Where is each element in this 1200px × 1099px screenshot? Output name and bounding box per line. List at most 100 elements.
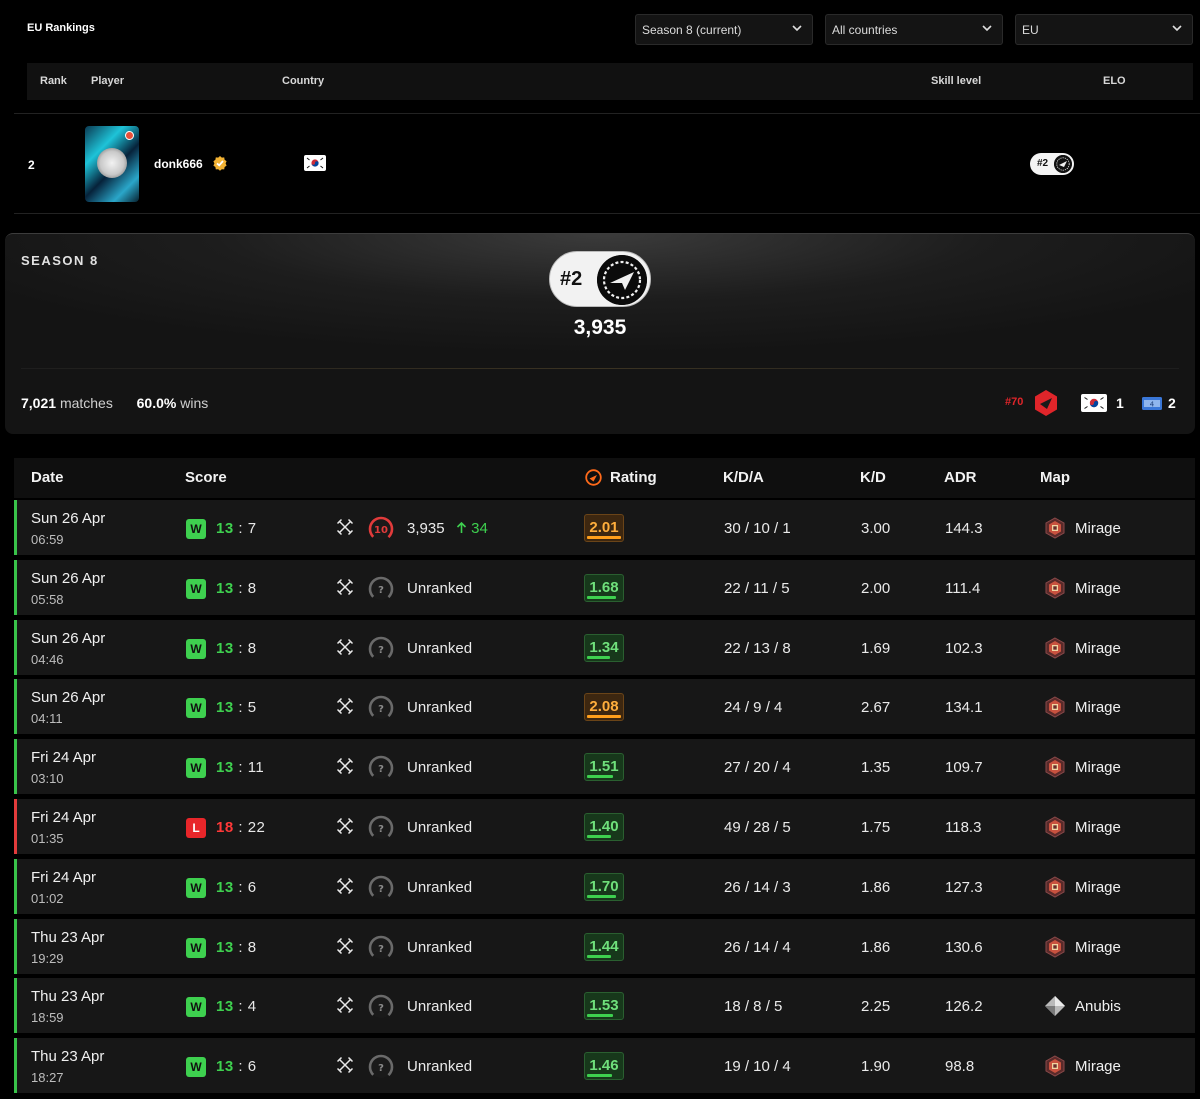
skill-level-icon: ? (368, 875, 394, 901)
match-result-badge: W (186, 638, 206, 659)
region-flag-icon: 4 (1142, 397, 1162, 410)
column-map: Map (1040, 469, 1070, 486)
anubis-map-icon (1045, 996, 1065, 1017)
mirage-map-icon (1045, 637, 1065, 659)
skill-level-label: ? (378, 1003, 384, 1014)
match-result-badge: W (186, 1057, 206, 1078)
match-elo: 3,935 (407, 520, 445, 537)
match-kd: 1.69 (861, 639, 891, 657)
match-rating: 2.01 (584, 514, 624, 542)
match-row[interactable]: Fri 24 Apr 01:02 W 13 : 6 ? Unranked 1.7… (14, 858, 1195, 914)
match-time: 18:59 (31, 1010, 64, 1026)
rating-value: 1.40 (589, 818, 619, 835)
match-time: 04:11 (31, 711, 63, 727)
elo-change: 34 (456, 520, 488, 537)
map-name: Mirage (1075, 520, 1121, 537)
skill-level-label: ? (378, 884, 384, 895)
matches-label: matches (59, 395, 113, 411)
mirage-map-icon (1045, 696, 1065, 718)
column-rank: Rank (40, 75, 67, 87)
mirage-map-icon (1045, 577, 1065, 599)
mirage-map-icon (1045, 936, 1065, 958)
match-date: Thu 23 Apr (31, 928, 105, 946)
match-row[interactable]: Fri 24 Apr 03:10 W 13 : 11 ? Unranked 1.… (14, 739, 1195, 795)
match-score: 13 : 11 (216, 759, 264, 776)
match-adr: 98.8 (945, 1058, 975, 1076)
match-kda: 24 / 9 / 4 (724, 699, 783, 717)
crossed-swords-icon (336, 758, 354, 775)
score-separator: : (233, 759, 248, 777)
match-result-badge: W (186, 937, 206, 958)
match-row[interactable]: Thu 23 Apr 18:27 W 13 : 6 ? Unranked 1.4… (14, 1038, 1195, 1094)
match-kda: 19 / 10 / 4 (724, 1058, 791, 1076)
match-score: 13 : 6 (216, 879, 257, 896)
match-kda: 26 / 14 / 4 (724, 938, 791, 956)
match-elo: Unranked (407, 699, 473, 717)
crossed-swords-icon (336, 937, 354, 954)
match-score: 13 : 4 (216, 998, 257, 1015)
match-score: 13 : 7 (216, 520, 257, 537)
match-time: 19:29 (31, 950, 64, 966)
season-title: SEASON 8 (21, 253, 99, 268)
chevron-down-icon (792, 25, 802, 32)
region-select[interactable]: EU (1015, 14, 1193, 45)
elo-rank-badge-label: #2 (1037, 158, 1049, 169)
score-separator: : (233, 938, 248, 956)
skill-level-icon: ? (368, 755, 394, 781)
own-score: 13 (216, 520, 234, 537)
match-adr: 144.3 (945, 520, 983, 537)
match-row[interactable]: Sun 26 Apr 04:46 W 13 : 8 ? Unranked 1.3… (14, 619, 1195, 675)
rating-bar (587, 595, 616, 599)
match-kda: 18 / 8 / 5 (724, 998, 783, 1016)
rating-bar (587, 775, 613, 779)
ranking-row[interactable]: 2 donk666 #2 (14, 113, 1200, 214)
score-separator: : (233, 819, 248, 836)
player-name[interactable]: donk666 (154, 157, 203, 171)
match-kda: 22 / 13 / 8 (724, 639, 791, 657)
season-select[interactable]: Season 8 (current) (635, 14, 813, 45)
match-date: Thu 23 Apr (31, 1048, 105, 1066)
score-separator: : (233, 520, 248, 537)
match-row[interactable]: Sun 26 Apr 06:59 W 13 : 7 10 3,935 34 2.… (14, 500, 1195, 555)
opponent-score: 8 (247, 579, 257, 597)
skill-level-label: ? (378, 764, 384, 775)
match-row[interactable]: Sun 26 Apr 04:11 W 13 : 5 ? Unranked 2.0… (14, 679, 1195, 735)
match-elo: Unranked (407, 938, 473, 956)
crossed-swords-icon (336, 578, 354, 595)
country-select[interactable]: All countries (825, 14, 1003, 45)
skill-level-label: ? (378, 704, 384, 715)
avatar[interactable] (85, 126, 139, 202)
match-kd: 1.90 (861, 1058, 891, 1076)
match-score: 18 : 22 (216, 819, 265, 836)
score-separator: : (233, 1058, 248, 1076)
skill-level-icon: ? (368, 1054, 394, 1080)
score-separator: : (233, 998, 248, 1016)
rating-value: 2.08 (589, 698, 619, 716)
divider (21, 368, 1179, 369)
match-kda: 49 / 28 / 5 (724, 819, 791, 836)
match-row[interactable]: Fri 24 Apr 01:35 L 18 : 22 ? Unranked 1.… (14, 799, 1195, 854)
match-date: Fri 24 Apr (31, 868, 97, 886)
mirage-map-icon (1045, 517, 1065, 539)
match-rating: 1.44 (584, 932, 624, 961)
match-row[interactable]: Thu 23 Apr 19:29 W 13 : 8 ? Unranked 1.4… (14, 918, 1195, 974)
skill-level-icon: ? (368, 576, 394, 602)
skill-level-label: ? (378, 824, 384, 835)
rating-bar (587, 894, 616, 898)
match-row[interactable]: Thu 23 Apr 18:59 W 13 : 4 ? Unranked 1.5… (14, 978, 1195, 1034)
match-adr: 134.1 (945, 699, 983, 717)
match-kda: 30 / 10 / 1 (724, 520, 791, 537)
column-kda: K/D/A (723, 469, 764, 486)
match-result-badge: W (186, 578, 206, 599)
match-date: Sun 26 Apr (31, 569, 106, 587)
arrow-up-icon (456, 521, 467, 533)
score-separator: : (233, 579, 248, 597)
opponent-score: 6 (247, 1058, 257, 1076)
match-time: 05:58 (31, 591, 64, 607)
score-separator: : (233, 639, 248, 657)
country-rank: 1 (1116, 395, 1124, 411)
skill-level-label: ? (378, 1063, 384, 1074)
rating-bar (587, 715, 621, 719)
match-row[interactable]: Sun 26 Apr 05:58 W 13 : 8 ? Unranked 1.6… (14, 559, 1195, 615)
season-select-value: Season 8 (current) (642, 23, 742, 37)
